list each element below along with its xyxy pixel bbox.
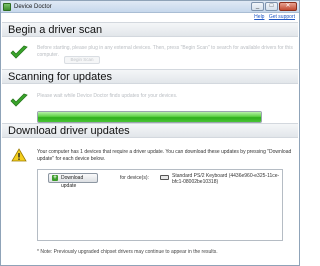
updates-section-title: Scanning for updates [8, 71, 112, 83]
download-section-title: Download driver updates [8, 125, 130, 137]
maximize-button[interactable]: □ [265, 2, 278, 11]
warning-icon [11, 148, 27, 162]
checkmark-icon [10, 93, 28, 107]
plus-icon: + [52, 175, 58, 181]
checkmark-icon [10, 45, 28, 59]
scan-section-title: Begin a driver scan [8, 24, 103, 36]
download-update-button[interactable]: + Download update [48, 173, 98, 189]
minimize-button[interactable]: _ [251, 2, 264, 11]
keyboard-icon [160, 175, 169, 180]
download-message: Your computer has 1 devices that require… [37, 149, 292, 162]
device-list: + Download update for device(s): Standar… [37, 169, 283, 241]
device-doctor-window: Device Doctor _ □ ✕ Help Get support Beg… [0, 0, 300, 266]
download-section-header: Download driver updates [2, 123, 298, 138]
begin-scan-button[interactable]: Begin Scan [64, 56, 100, 64]
progress-fill [38, 112, 261, 122]
get-support-link[interactable]: Get support [269, 14, 295, 20]
device-name: Standard PS/2 Keyboard (4436e960-e325-11… [172, 173, 280, 185]
updates-section-header: Scanning for updates [2, 69, 298, 84]
scan-progress-bar [37, 111, 262, 123]
scan-section-header: Begin a driver scan [2, 22, 298, 37]
footnote: * Note: Previously upgraded chipset driv… [37, 249, 218, 255]
close-button[interactable]: ✕ [279, 2, 297, 11]
download-update-label: Download update [61, 175, 84, 189]
help-link[interactable]: Help [254, 14, 264, 20]
window-title: Device Doctor [14, 4, 52, 10]
header-links: Help Get support [251, 14, 295, 21]
updates-description: Please wait while Device Doctor finds up… [37, 93, 178, 99]
window-controls: _ □ ✕ [251, 2, 297, 11]
for-devices-label: for device(s): [120, 175, 149, 181]
app-icon [3, 3, 11, 11]
title-bar: Device Doctor _ □ ✕ [1, 1, 299, 13]
